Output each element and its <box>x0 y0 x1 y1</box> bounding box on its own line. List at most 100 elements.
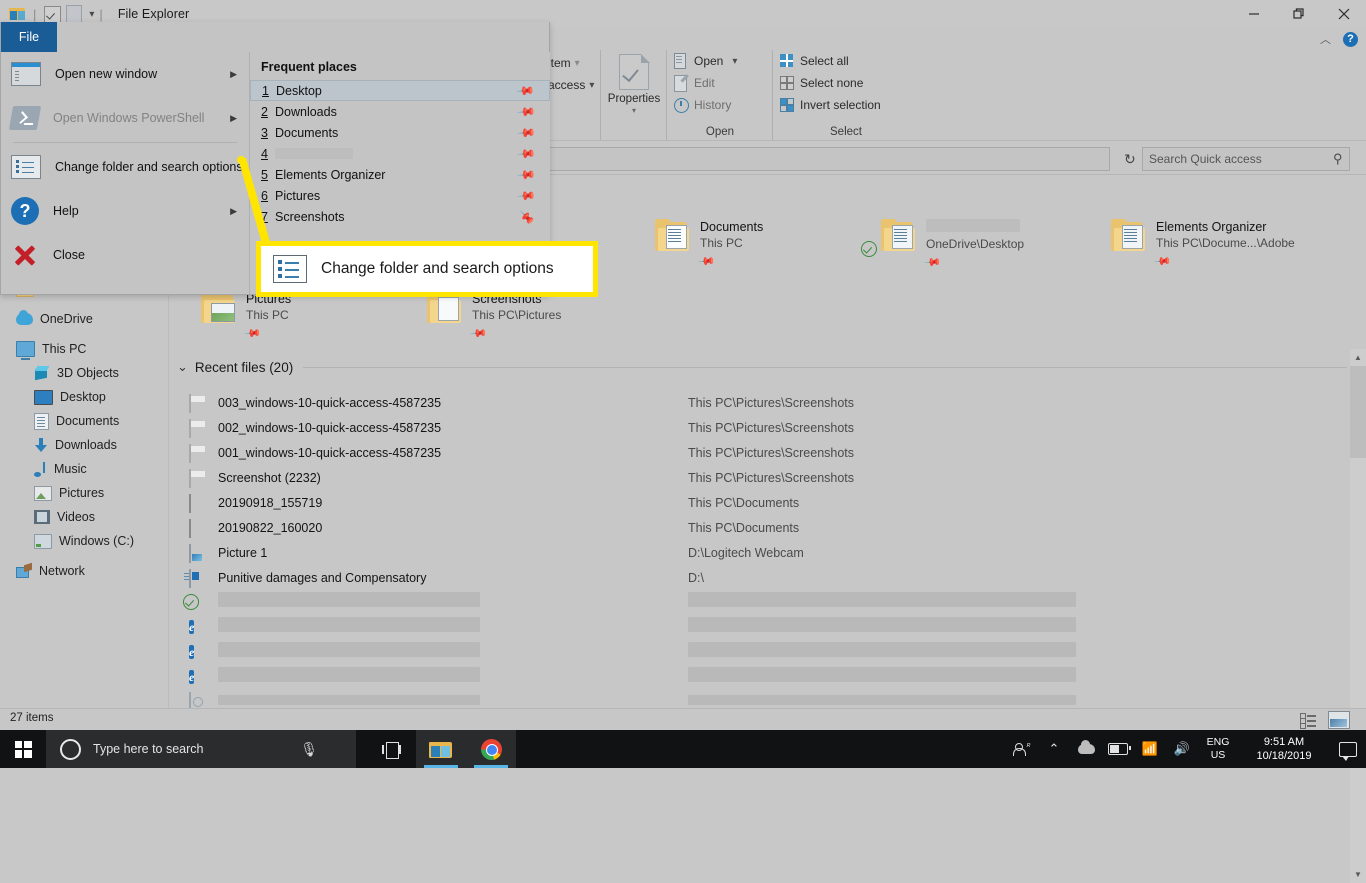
recent-file-row[interactable]: 002_windows-10-quick-access-4587235 This… <box>189 415 1339 440</box>
pin-icon[interactable]: 📌 <box>516 122 536 142</box>
pin-icon[interactable]: 📌 <box>515 80 535 100</box>
open-button[interactable]: Open ▾ <box>667 50 773 72</box>
pin-icon[interactable]: 📌 <box>516 101 536 121</box>
vertical-scrollbar[interactable]: ▲ ▼ <box>1350 349 1366 883</box>
menu-item-change-folder-and-search-options[interactable]: Change folder and search options <box>1 145 249 189</box>
nav-item-downloads[interactable]: Downloads <box>0 433 168 457</box>
frequent-place-desktop[interactable]: 1 Desktop 📌 <box>250 80 550 101</box>
file-explorer-icon[interactable] <box>416 730 466 768</box>
recent-file-row[interactable]: e <box>189 613 1339 638</box>
chevron-up-icon[interactable]: ︿ <box>1320 31 1331 47</box>
frequent-place-downloads[interactable]: 2 Downloads 📌 <box>250 101 550 122</box>
frequent-place-documents[interactable]: 3 Documents 📌 <box>250 122 550 143</box>
pin-icon[interactable]: 📌 <box>516 164 536 184</box>
quick-access-tile-onedrive-desktop[interactable]: OneDrive\Desktop 📌 <box>881 219 1024 272</box>
redacted-label <box>275 148 353 159</box>
quick-access-tile-documents[interactable]: Documents This PC 📌 <box>655 219 764 271</box>
chevron-down-icon[interactable]: ▾ <box>632 106 636 115</box>
ribbon-access-label[interactable]: access ▾ <box>548 74 608 96</box>
nav-item-desktop[interactable]: Desktop <box>0 385 168 409</box>
pin-icon[interactable]: 📌 <box>520 209 534 224</box>
pin-icon[interactable]: 📌 <box>516 185 536 205</box>
history-button[interactable]: History <box>667 94 773 116</box>
clock[interactable]: 9:51 AM 10/18/2019 <box>1238 730 1330 768</box>
frequent-place-pictures[interactable]: 6 Pictures 📌 <box>250 185 550 206</box>
recent-file-row[interactable]: 003_windows-10-quick-access-4587235 This… <box>189 390 1339 415</box>
battery-icon[interactable] <box>1102 730 1134 768</box>
recent-file-row[interactable]: e <box>189 663 1339 688</box>
recent-file-row[interactable] <box>189 588 1339 613</box>
people-icon[interactable]: ᴿ <box>1006 730 1038 768</box>
task-view-icon[interactable] <box>366 730 416 768</box>
frequent-place-screenshots[interactable]: 7 Screenshots 📌 <box>250 206 550 227</box>
tile-name: Documents <box>700 220 764 234</box>
volume-icon[interactable]: 🔊 <box>1166 730 1198 768</box>
recent-file-row[interactable]: e <box>189 638 1339 663</box>
microphone-icon[interactable]: 🎙 <box>300 741 318 758</box>
wifi-icon[interactable]: 📶 <box>1134 730 1166 768</box>
menu-item-open-powershell[interactable]: Open Windows PowerShell ▶ <box>1 96 249 140</box>
restore-icon[interactable] <box>1276 0 1321 28</box>
pin-icon[interactable]: 📌 <box>923 253 942 272</box>
invert-selection-button[interactable]: Invert selection <box>773 94 919 116</box>
pin-icon[interactable]: 📌 <box>697 252 716 271</box>
quick-access-tile-elements-organizer[interactable]: Elements Organizer This PC\Docume...\Ado… <box>1111 219 1295 271</box>
scroll-up-icon[interactable]: ▲ <box>1350 349 1366 366</box>
help-icon[interactable]: ? <box>1343 31 1358 47</box>
menu-divider <box>13 142 237 143</box>
pin-icon[interactable]: 📌 <box>243 324 262 343</box>
recent-file-row[interactable]: Screenshot (2232) This PC\Pictures\Scree… <box>189 465 1339 490</box>
pin-icon[interactable]: 📌 <box>516 143 536 163</box>
frequent-place-elements-organizer[interactable]: 5 Elements Organizer 📌 <box>250 164 550 185</box>
recent-files-header[interactable]: ⌄ Recent files (20) <box>177 359 1347 375</box>
menu-item-help[interactable]: ? Help ▶ <box>1 189 249 233</box>
nav-item-pictures-pc[interactable]: Pictures <box>0 481 168 505</box>
ribbon-item-label[interactable]: item ▾ <box>548 52 608 74</box>
action-center-icon[interactable] <box>1330 730 1366 768</box>
select-all-button[interactable]: Select all <box>773 50 919 72</box>
close-icon[interactable] <box>1321 0 1366 28</box>
chrome-icon[interactable] <box>466 730 516 768</box>
help-circle-icon: ? <box>11 197 39 225</box>
chevron-down-icon[interactable]: ⌄ <box>177 359 188 375</box>
search-input[interactable]: Type here to search 🎙 <box>46 730 356 768</box>
recent-file-row[interactable]: 20190822_160020 This PC\Documents <box>189 515 1339 540</box>
scroll-down-icon[interactable]: ▼ <box>1350 866 1366 883</box>
recent-file-row[interactable]: 20190918_155719 This PC\Documents <box>189 490 1339 515</box>
nav-item-network[interactable]: Network <box>0 559 168 583</box>
search-input[interactable]: Search Quick access ⚲ <box>1142 147 1350 171</box>
menu-item-open-new-window[interactable]: Open new window ▶ <box>1 52 249 96</box>
menu-item-close[interactable]: Close <box>1 233 249 277</box>
select-none-button[interactable]: Select none <box>773 72 919 94</box>
chevron-down-icon[interactable]: ▾ <box>732 56 737 67</box>
large-icons-view-icon[interactable] <box>1328 711 1350 729</box>
minimize-icon[interactable] <box>1231 0 1276 28</box>
quick-access-tile-screenshots[interactable]: Screenshots This PC\Pictures 📌 <box>427 291 561 343</box>
refresh-icon[interactable]: ↻ <box>1124 151 1136 168</box>
nav-item-onedrive[interactable]: OneDrive <box>0 307 168 331</box>
show-hidden-icons-icon[interactable]: ⌃ <box>1038 730 1070 768</box>
recent-file-row[interactable]: 001_windows-10-quick-access-4587235 This… <box>189 440 1339 465</box>
scrollbar-thumb[interactable] <box>1350 366 1366 458</box>
quick-access-tile-pictures[interactable]: Pictures This PC 📌 <box>201 291 291 343</box>
recent-file-row[interactable]: Picture 1 D:\Logitech Webcam <box>189 540 1339 565</box>
pin-icon[interactable]: 📌 <box>1153 252 1172 271</box>
nav-item-videos[interactable]: Videos <box>0 505 168 529</box>
language-indicator[interactable]: ENG US <box>1198 730 1238 768</box>
properties-button[interactable]: Properties ▾ <box>601 50 667 115</box>
start-icon[interactable] <box>0 730 46 768</box>
customize-caret-icon[interactable]: ▾ <box>89 9 94 20</box>
file-tab[interactable]: File <box>1 22 57 52</box>
nav-item-music[interactable]: Music <box>0 457 168 481</box>
nav-item-label: OneDrive <box>40 312 93 326</box>
frequent-place-redacted[interactable]: 4 📌 <box>250 143 550 164</box>
edit-button[interactable]: Edit <box>667 72 773 94</box>
nav-item-3d-objects[interactable]: 3D Objects <box>0 361 168 385</box>
onedrive-tray-icon[interactable] <box>1070 730 1102 768</box>
details-view-icon[interactable] <box>1300 712 1318 729</box>
nav-item-this-pc[interactable]: This PC <box>0 337 168 361</box>
recent-file-row[interactable]: Punitive damages and Compensatory D:\ <box>189 565 1339 590</box>
pin-icon[interactable]: 📌 <box>469 324 488 343</box>
nav-item-documents[interactable]: Documents <box>0 409 168 433</box>
nav-item-windows-c[interactable]: Windows (C:) <box>0 529 168 553</box>
